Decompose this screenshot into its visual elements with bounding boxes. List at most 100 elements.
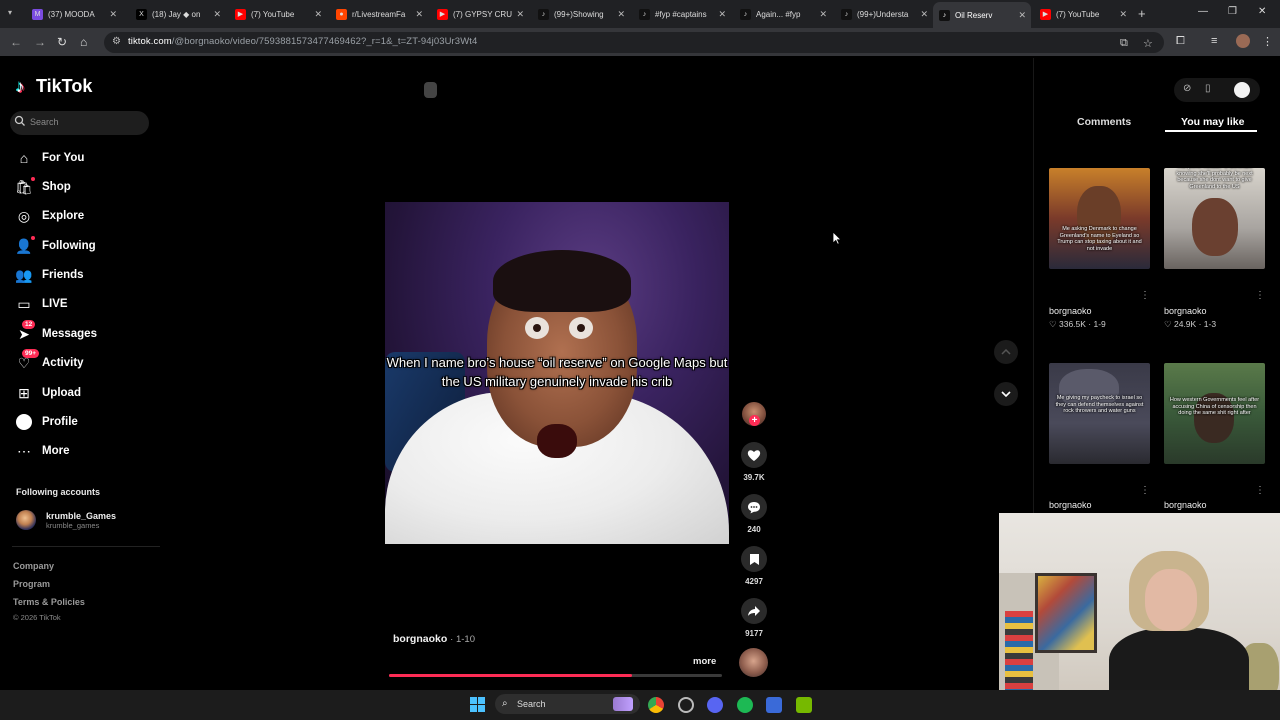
sidebar-item-upload[interactable]: ⊞ Upload [16,382,81,404]
tab-groups-icon[interactable]: ≡ [1211,35,1217,47]
browser-tab[interactable]: ▶ (7) YouTube ✕ [229,4,327,24]
device-icon[interactable]: ▯ [1205,83,1211,94]
more-options-icon[interactable]: ⋮ [1140,485,1150,496]
restore-icon[interactable]: ❐ [1228,6,1237,17]
browser-tab[interactable]: ♪ (99+)Showing ✕ [532,4,630,24]
video-player[interactable]: When I name bro’s house “oil reserve” on… [385,202,729,544]
follow-plus-icon[interactable]: + [749,415,760,426]
url-path: /@borgnaoko/video/7593881573477469462?_r… [171,36,478,47]
bookmark-star-icon[interactable]: ☆ [1143,37,1153,50]
like-button[interactable]: 39.7K [738,442,770,482]
browser-tab[interactable]: ▶ (7) YouTube ✕ [1034,4,1132,24]
install-app-icon[interactable]: ⧉ [1120,37,1128,50]
sidebar-item-activity[interactable]: ♡ 99+ Activity [16,349,84,374]
footer-link-program[interactable]: Program [13,579,50,589]
address-bar[interactable]: ⚙ tiktok.com/@borgnaoko/video/7593881573… [104,32,1164,53]
profile-avatar[interactable] [1236,34,1250,48]
taskbar-search[interactable]: ⌕ Search [495,694,640,714]
site-info-icon[interactable]: ⚙ [112,36,121,47]
browser-tab[interactable]: ♪ (99+)Understa ✕ [835,4,933,24]
sidebar-item-explore[interactable]: ◎ Explore [16,205,84,227]
tab-favicon-icon: ▶ [235,8,246,20]
explore-icon[interactable]: ⊘ [1183,83,1191,94]
close-tab-icon[interactable]: ✕ [1119,9,1127,20]
browser-tab[interactable]: ▶ (7) GYPSY CRU ✕ [431,4,529,24]
spotify-taskbar-icon[interactable] [737,697,753,713]
new-tab-button[interactable]: + [1138,6,1146,21]
save-button[interactable]: 4297 [738,546,770,586]
nvidia-taskbar-icon[interactable] [796,697,812,713]
browser-tab[interactable]: ♪ #fyp #captains ✕ [633,4,731,24]
browser-tab[interactable]: ♪ Again... #fyp ✕ [734,4,832,24]
suggested-video-thumb[interactable]: The prime minister of Denmark knowing sh… [1164,168,1265,269]
extensions-icon[interactable]: ⧠ [1176,35,1185,48]
sidebar-item-more[interactable]: ⋯ More [16,440,69,462]
previous-video-button[interactable] [994,340,1018,364]
more-options-icon[interactable]: ⋮ [1255,485,1265,496]
close-tab-icon[interactable]: ✕ [920,9,928,20]
tab-comments[interactable]: Comments [1077,116,1131,128]
browser-tab[interactable]: ● r/LivestreamFa ✕ [330,4,428,24]
tab-search-icon[interactable]: ▾ [8,8,12,17]
browser-tab[interactable]: ♪ Oil Reserv ✕ [933,2,1031,28]
close-tab-icon[interactable]: ✕ [617,9,625,20]
sidebar-item-profile[interactable]: Profile [16,411,78,433]
close-window-icon[interactable]: ✕ [1258,6,1266,17]
back-icon[interactable]: ← [10,35,22,49]
suggested-video-thumb[interactable]: How western Governments feel after accus… [1164,363,1265,464]
reload-icon[interactable]: ↻ [57,35,67,49]
footer-link-terms[interactable]: Terms & Policies [13,597,85,607]
windows-start-icon[interactable] [470,697,485,712]
suggested-video-thumb[interactable]: Me asking Denmark to change Greenland's … [1049,168,1150,269]
music-disc[interactable] [739,648,768,677]
thumb-author[interactable]: borgnaoko [1164,306,1207,316]
thumb-author[interactable]: borgnaoko [1049,306,1092,316]
close-tab-icon[interactable]: ✕ [314,9,322,20]
suggested-video-thumb[interactable]: Me giving my paycheck to israel so they … [1049,363,1150,464]
more-button[interactable]: more [693,656,716,667]
settings-taskbar-icon[interactable] [678,697,694,713]
close-tab-icon[interactable]: ✕ [1018,10,1026,21]
like-count: 39.7K [743,473,765,482]
sidebar-item-for-you[interactable]: ⌂ For You [16,147,85,169]
thumb-author[interactable]: borgnaoko [1164,500,1207,510]
close-tab-icon[interactable]: ✕ [213,9,221,20]
browser-tab[interactable]: M (37) MOODA ✕ [26,4,122,24]
video-author[interactable]: borgnaoko · 1-10 [393,633,475,645]
thumb-face [1192,198,1238,256]
footer-link-company[interactable]: Company [13,561,54,571]
tab-you-may-like[interactable]: You may like [1181,116,1244,128]
thumb-author[interactable]: borgnaoko [1049,500,1092,510]
messages-icon: ➤ 12 [16,320,36,342]
close-tab-icon[interactable]: ✕ [109,9,117,20]
forward-icon[interactable]: → [34,35,46,49]
video-progress-bar[interactable] [389,674,722,677]
comment-button[interactable]: 240 [738,494,770,534]
following-account[interactable]: krumble_Games krumble_games [16,510,116,530]
browser-tab[interactable]: X (18) Jay ◆ on ✕ [130,4,226,24]
more-options-icon[interactable]: ⋮ [1140,290,1150,301]
app-taskbar-icon[interactable] [766,697,782,713]
theme-toggle[interactable] [1234,82,1250,98]
close-tab-icon[interactable]: ✕ [718,9,726,20]
close-tab-icon[interactable]: ✕ [415,9,423,20]
sidebar-item-live[interactable]: ▭ LIVE [16,293,67,315]
search-input[interactable]: Search [10,111,149,135]
share-button[interactable]: 9177 [738,598,770,638]
chrome-taskbar-icon[interactable] [648,697,664,713]
next-video-button[interactable] [994,382,1018,406]
tiktok-logo[interactable]: ♪ TikTok [16,76,92,97]
sidebar-item-following[interactable]: 👤 Following [15,235,96,257]
close-tab-icon[interactable]: ✕ [516,9,524,20]
screen: ▾ M (37) MOODA ✕ X (18) Jay ◆ on ✕ ▶ (7) YouTub… [0,0,1280,720]
more-options-icon[interactable]: ⋮ [1255,290,1265,301]
discord-taskbar-icon[interactable] [707,697,723,713]
minimize-icon[interactable]: — [1198,6,1208,17]
taskbar-search-label: Search [517,699,546,709]
sidebar-item-shop[interactable]: 🛍 Shop [15,176,71,198]
close-tab-icon[interactable]: ✕ [819,9,827,20]
home-page-icon[interactable]: ⌂ [80,35,87,49]
browser-menu-icon[interactable]: ⋮ [1262,35,1273,48]
sidebar-item-messages[interactable]: ➤ 12 Messages [16,320,97,345]
sidebar-item-friends[interactable]: 👥 Friends [15,264,83,286]
